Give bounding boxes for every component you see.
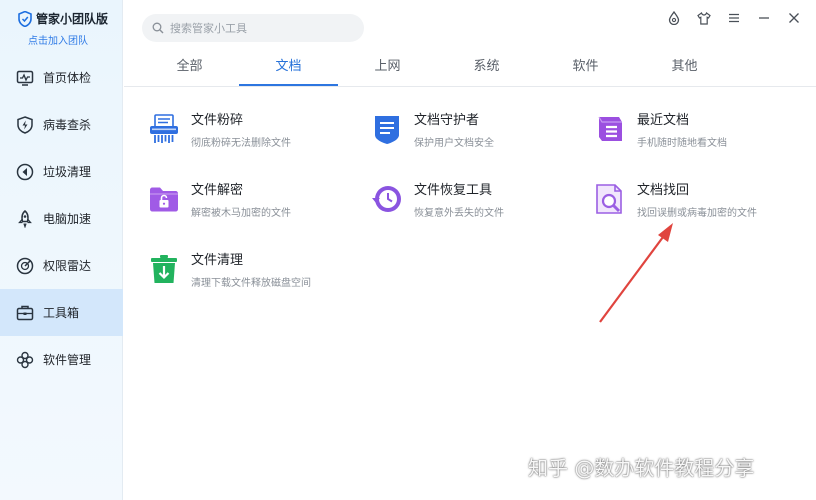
sidebar-item-label: 首页体检 xyxy=(43,71,92,85)
document-shield-icon xyxy=(375,116,399,144)
sidebar-nav: 首页体检 病毒查杀 垃圾清理 电脑加速 权限雷达 工具箱 软件管理 xyxy=(0,54,123,383)
close-icon[interactable] xyxy=(786,10,802,26)
window-controls xyxy=(652,10,802,26)
brand[interactable]: 管家小团队版 xyxy=(18,10,108,27)
tool-document-guardian[interactable]: 文档守护者 保护用户文档安全 xyxy=(371,113,494,149)
tool-title: 文件恢复工具 xyxy=(414,183,493,198)
tool-title: 最近文档 xyxy=(637,113,690,128)
monitor-check-icon xyxy=(16,70,34,86)
tool-file-cleanup[interactable]: 文件清理 清理下载文件释放磁盘空间 xyxy=(148,253,311,289)
tool-title: 文件清理 xyxy=(191,253,244,268)
annotation-arrow xyxy=(599,223,673,323)
brand-title: 管家小团队版 xyxy=(36,12,109,26)
tab-all[interactable]: 全部 xyxy=(140,52,239,86)
clean-arrow-icon xyxy=(16,163,34,180)
sidebar-item-label: 工具箱 xyxy=(43,306,80,320)
trash-download-icon xyxy=(151,255,177,283)
tool-desc: 恢复意外丢失的文件 xyxy=(414,208,504,219)
tool-desc: 解密被木马加密的文件 xyxy=(191,208,291,219)
folder-lock-icon xyxy=(150,187,178,212)
sidebar-item-permission-radar[interactable]: 权限雷达 xyxy=(0,242,123,289)
shirt-icon[interactable] xyxy=(696,10,712,26)
search-box[interactable] xyxy=(142,14,364,42)
team-shield-icon xyxy=(18,10,32,27)
apps-icon xyxy=(16,351,34,368)
sidebar-item-label: 电脑加速 xyxy=(43,212,92,226)
radar-icon xyxy=(16,257,34,274)
category-tabs: 全部 文档 上网 系统 软件 其他 xyxy=(140,52,734,86)
tool-desc: 手机随时随地看文档 xyxy=(637,138,727,149)
sidebar-item-label: 病毒查杀 xyxy=(43,118,92,132)
tab-software[interactable]: 软件 xyxy=(536,52,635,86)
tab-system[interactable]: 系统 xyxy=(437,52,536,86)
restore-clock-icon xyxy=(372,186,401,212)
tab-divider xyxy=(124,86,816,87)
watermark: 知乎 @数办软件教程分享 xyxy=(528,456,755,480)
skin-droplet-icon[interactable] xyxy=(666,10,682,26)
tool-desc: 保护用户文档安全 xyxy=(414,138,494,149)
menu-icon[interactable] xyxy=(726,10,742,26)
tool-title: 文件粉碎 xyxy=(191,113,244,128)
doc-search-icon xyxy=(596,184,622,214)
sidebar-item-virus-scan[interactable]: 病毒查杀 xyxy=(0,101,123,148)
sidebar-item-label: 软件管理 xyxy=(43,353,92,367)
toolbox-icon xyxy=(16,305,34,320)
tool-desc: 清理下载文件释放磁盘空间 xyxy=(191,278,311,289)
tool-document-retrieval[interactable]: 文档找回 找回误删或病毒加密的文件 xyxy=(594,183,757,219)
sidebar-item-software[interactable]: 软件管理 xyxy=(0,336,123,383)
rocket-icon xyxy=(18,209,32,228)
tool-title: 文档找回 xyxy=(637,183,690,198)
sidebar-item-home-check[interactable]: 首页体检 xyxy=(0,54,123,101)
tool-file-recovery[interactable]: 文件恢复工具 恢复意外丢失的文件 xyxy=(371,183,504,219)
tool-title: 文件解密 xyxy=(191,183,244,198)
tab-other[interactable]: 其他 xyxy=(635,52,734,86)
tool-desc: 彻底粉碎无法删除文件 xyxy=(191,138,291,149)
sidebar-item-label: 权限雷达 xyxy=(43,259,92,273)
search-icon xyxy=(152,22,164,34)
minimize-icon[interactable] xyxy=(756,10,772,26)
tab-internet[interactable]: 上网 xyxy=(338,52,437,86)
sidebar-item-label: 垃圾清理 xyxy=(43,165,92,179)
tab-documents[interactable]: 文档 xyxy=(239,52,338,86)
search-input[interactable] xyxy=(170,21,350,35)
join-team-link[interactable]: 点击加入团队 xyxy=(28,32,88,47)
tool-title: 文档守护者 xyxy=(414,113,480,128)
sidebar-item-toolbox[interactable]: 工具箱 xyxy=(0,289,123,336)
shield-bolt-icon xyxy=(17,115,33,134)
sidebar: 管家小团队版 点击加入团队 首页体检 病毒查杀 垃圾清理 电脑加速 权限雷达 工… xyxy=(0,0,123,500)
sidebar-item-speed-up[interactable]: 电脑加速 xyxy=(0,195,123,242)
tool-file-shredder[interactable]: 文件粉碎 彻底粉碎无法删除文件 xyxy=(148,113,291,149)
tool-file-decrypt[interactable]: 文件解密 解密被木马加密的文件 xyxy=(148,183,291,219)
recent-docs-icon xyxy=(598,116,622,141)
tool-recent-documents[interactable]: 最近文档 手机随时随地看文档 xyxy=(594,113,727,149)
sidebar-item-junk-clean[interactable]: 垃圾清理 xyxy=(0,148,123,195)
shredder-icon xyxy=(150,114,178,143)
